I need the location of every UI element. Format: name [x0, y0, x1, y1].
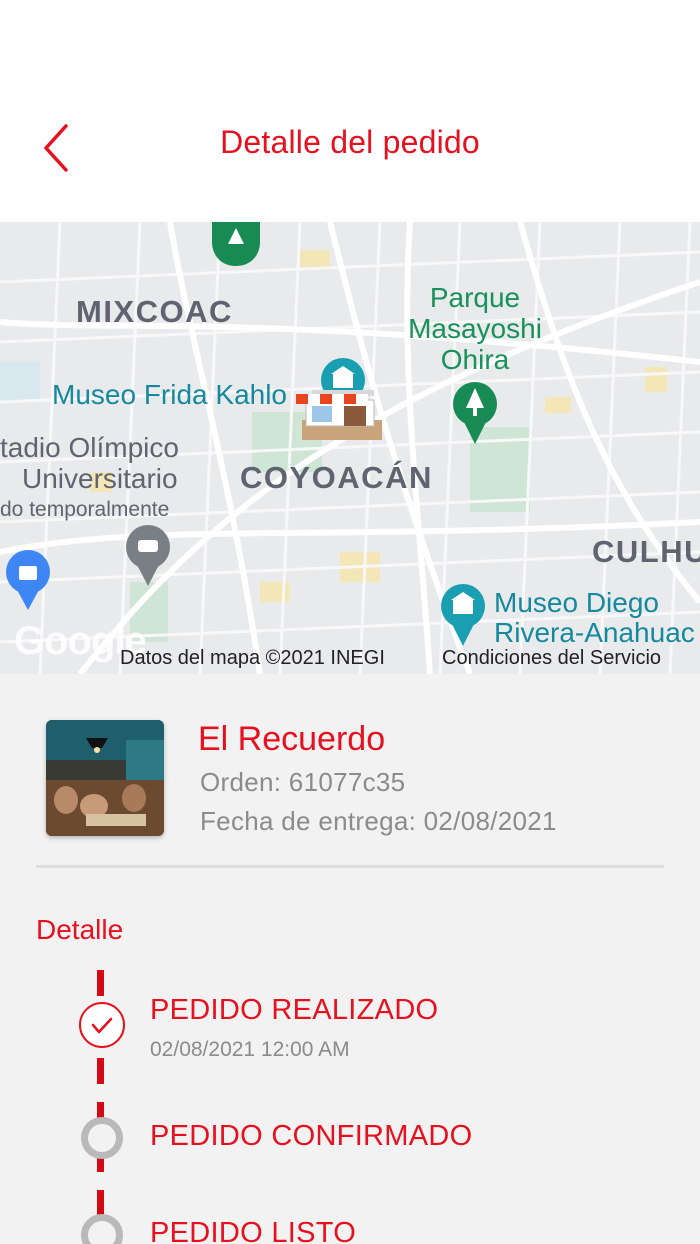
- step-label: PEDIDO CONFIRMADO: [150, 1120, 473, 1152]
- map-data-attribution: Datos del mapa ©2021 INEGI: [120, 647, 385, 669]
- map-label-line: Masayoshi: [408, 313, 542, 344]
- map-label-parque: Parque Masayoshi Ohira: [400, 282, 550, 375]
- section-title-detail: Detalle: [36, 914, 124, 945]
- step-pending-icon: [81, 1214, 123, 1244]
- map-label-line: Universitario: [22, 463, 178, 494]
- map-label-coyoacan: COYOACÁN: [240, 460, 433, 495]
- map-label-line: do temporalmente: [0, 498, 170, 521]
- map-label-diego: Museo Diego Rivera-Anahuac: [494, 588, 695, 648]
- order-map[interactable]: MIXCOAC COYOACÁN CULHU Parque Masayoshi …: [0, 222, 700, 674]
- map-label-frida: Museo Frida Kahlo: [52, 379, 288, 410]
- store-icon: [296, 390, 382, 440]
- terms-of-service-link[interactable]: Condiciones del Servicio: [442, 647, 661, 670]
- divider: [36, 865, 664, 868]
- store-photo: [46, 720, 164, 836]
- step-time: 02/08/2021 12:00 AM: [150, 1038, 350, 1061]
- order-detail-screen: Detalle del pedido MIXCOAC COYOACÁN CULH…: [0, 0, 700, 1244]
- map-label-line: tadio Olímpico: [0, 432, 179, 463]
- delivery-date: Fecha de entrega: 02/08/2021: [200, 806, 557, 836]
- map-label-culhuacan: CULHU: [592, 534, 700, 569]
- order-number: Orden: 61077c35: [200, 767, 406, 797]
- step-done-icon: [79, 1002, 125, 1048]
- map-label-estadio: tadio Olímpico Universitario do temporal…: [0, 432, 179, 525]
- order-content: El Recuerdo Orden: 61077c35 Fecha de ent…: [0, 674, 700, 1244]
- step-label: PEDIDO REALIZADO: [150, 994, 439, 1026]
- map-label-line: Parque: [429, 282, 521, 313]
- map-label-mixcoac: MIXCOAC: [76, 294, 233, 329]
- map-label-line: Ohira: [440, 344, 510, 375]
- app-header: Detalle del pedido: [0, 0, 700, 222]
- map-attribution-bar: Google Datos del mapa ©2021 INEGI Condic…: [0, 619, 700, 674]
- park-pin-icon: [212, 222, 260, 266]
- store-name: El Recuerdo: [198, 720, 386, 758]
- page-title: Detalle del pedido: [220, 124, 480, 160]
- museum-pin-icon: [441, 584, 485, 646]
- map-label-line: Museo Diego: [494, 587, 659, 618]
- step-label: PEDIDO LISTO: [150, 1217, 357, 1244]
- step-pending-icon: [81, 1117, 123, 1159]
